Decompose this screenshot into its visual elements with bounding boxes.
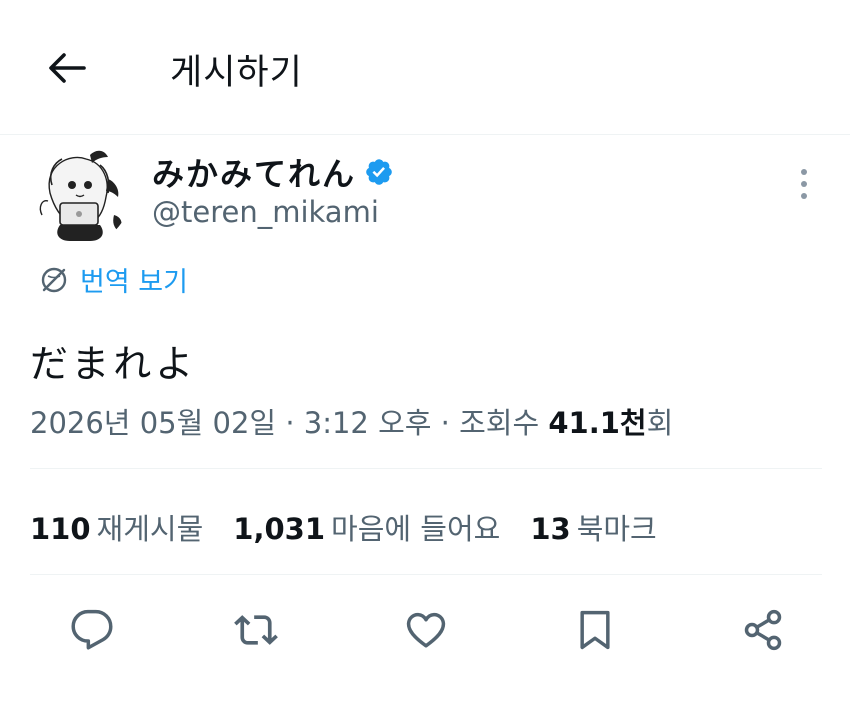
globe-icon — [41, 267, 67, 292]
likes-stat[interactable]: 1,031 마음에 들어요 — [233, 506, 500, 548]
arrow-left-icon — [49, 53, 86, 83]
back-button[interactable] — [40, 42, 92, 94]
like-button[interactable] — [396, 600, 456, 660]
bookmark-icon — [580, 610, 610, 650]
more-vertical-icon — [801, 169, 807, 199]
share-button[interactable] — [733, 600, 793, 660]
engagement-stats: 110 재게시물 1,031 마음에 들어요 13 북마크 — [30, 506, 687, 548]
reply-button[interactable] — [62, 600, 122, 660]
author-display-name[interactable]: みかみてれん — [152, 149, 394, 195]
like-icon — [406, 612, 446, 648]
bookmarks-stat[interactable]: 13 북마크 — [530, 506, 656, 548]
verified-badge-icon — [366, 159, 392, 185]
tweet-meta: 2026년 05월 02일 · 3:12 오후 · 조회수 41.1천회 — [30, 400, 673, 442]
display-name-text: みかみてれん — [152, 155, 357, 193]
reposts-count: 110 — [30, 512, 91, 546]
bookmarks-count: 13 — [530, 512, 571, 546]
repost-button[interactable] — [226, 600, 286, 660]
action-bar — [0, 600, 850, 664]
views-label: 조회수 — [459, 406, 540, 440]
translate-button[interactable]: 번역 보기 — [38, 260, 188, 299]
author-handle[interactable]: @teren_mikami — [152, 195, 379, 229]
avatar[interactable] — [30, 145, 130, 245]
repost-icon — [234, 615, 278, 645]
views-count: 41.1천 — [548, 406, 647, 440]
views-suffix: 회 — [646, 406, 674, 440]
reply-icon — [71, 609, 113, 650]
bookmark-button[interactable] — [565, 600, 625, 660]
page-title: 게시하기 — [170, 53, 303, 93]
share-icon — [744, 609, 782, 651]
meta-separator: · — [440, 406, 450, 440]
divider — [30, 574, 822, 575]
tweet-date[interactable]: 2026년 05월 02일 — [30, 406, 276, 440]
bookmarks-label: 북마크 — [576, 512, 657, 546]
likes-label: 마음에 들어요 — [331, 512, 501, 546]
divider — [30, 468, 822, 469]
likes-count: 1,031 — [233, 512, 326, 546]
reposts-stat[interactable]: 110 재게시물 — [30, 506, 203, 548]
meta-separator: · — [285, 406, 295, 440]
tweet-time[interactable]: 3:12 오후 — [304, 406, 432, 440]
translate-label: 번역 보기 — [80, 267, 188, 298]
more-options-button[interactable] — [786, 164, 822, 204]
reposts-label: 재게시물 — [96, 512, 204, 546]
tweet-text: だまれよ — [30, 342, 198, 386]
top-bar: 게시하기 — [0, 0, 850, 135]
